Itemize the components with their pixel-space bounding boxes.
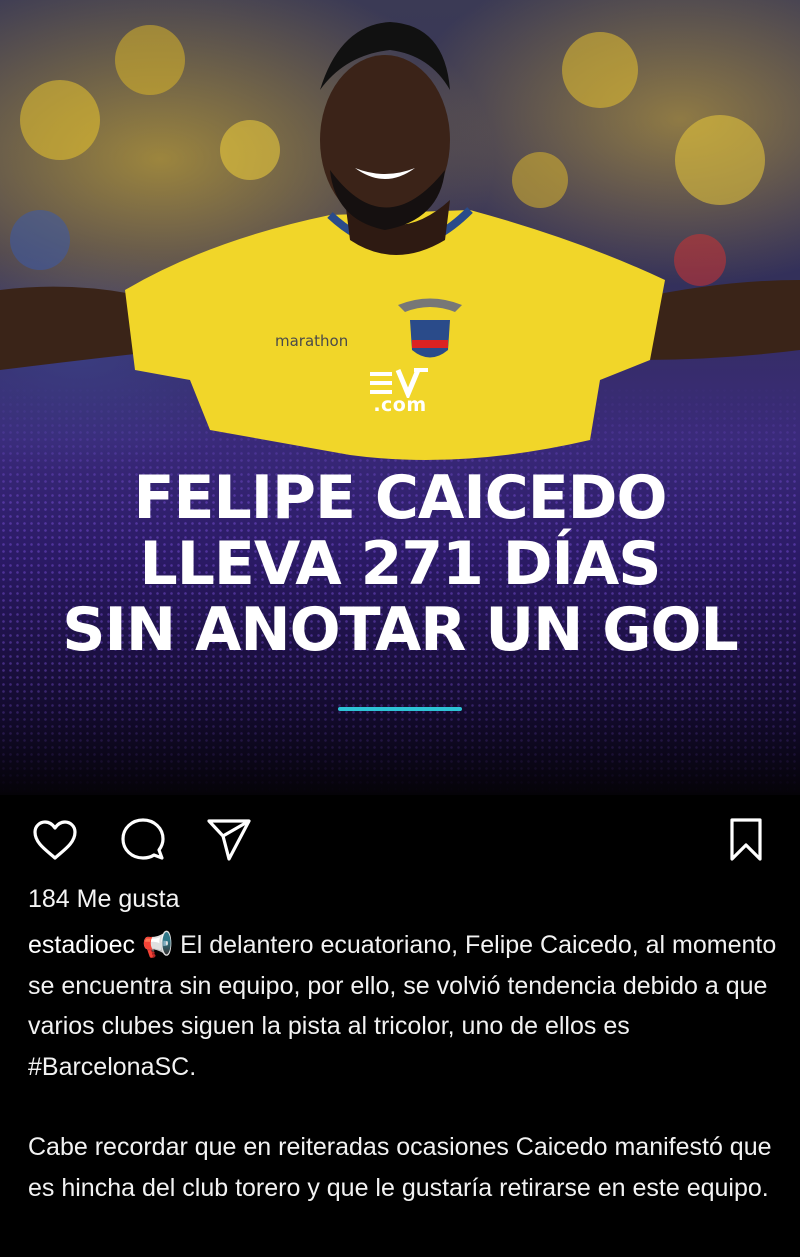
megaphone-emoji: 📢 <box>141 931 174 959</box>
send-icon <box>207 819 251 861</box>
username-link[interactable]: estadioec <box>28 931 135 959</box>
comment-icon <box>121 818 165 860</box>
svg-text:marathon: marathon <box>275 332 348 350</box>
post-caption: estadioec 📢 El delantero ecuatoriano, Fe… <box>28 925 778 1208</box>
caption-period: . <box>189 1052 197 1081</box>
caption-paragraph-2: Cabe recordar que en reiteradas ocasione… <box>28 1133 772 1202</box>
caption-text: El delantero ecuatoriano, Felipe Caicedo… <box>28 931 777 1040</box>
accent-divider <box>338 707 462 711</box>
hashtag-link[interactable]: #BarcelonaSC <box>28 1053 189 1081</box>
like-button[interactable] <box>27 812 83 868</box>
share-button[interactable] <box>201 812 257 868</box>
save-button[interactable] <box>718 812 774 868</box>
headline-line-3: SIN ANOTAR UN GOL <box>62 595 738 665</box>
post-actions <box>0 812 800 872</box>
headline-line-2: LLEVA 271 DÍAS <box>139 529 661 599</box>
caption-paragraph-1: estadioec 📢 El delantero ecuatoriano, Fe… <box>28 925 778 1087</box>
headline-line-1: FELIPE CAICEDO <box>133 463 667 533</box>
brand-text: .com <box>373 394 427 416</box>
bookmark-icon <box>730 818 762 861</box>
post-image[interactable]: marathon .com FELIPE CAICEDO LLEVA 271 D… <box>0 0 800 795</box>
comment-button[interactable] <box>115 812 171 868</box>
brand-logo: .com <box>350 368 450 416</box>
like-count[interactable]: 184 Me gusta <box>28 885 180 914</box>
headline: FELIPE CAICEDO LLEVA 271 DÍAS SIN ANOTAR… <box>0 465 800 663</box>
heart-icon <box>33 820 77 860</box>
